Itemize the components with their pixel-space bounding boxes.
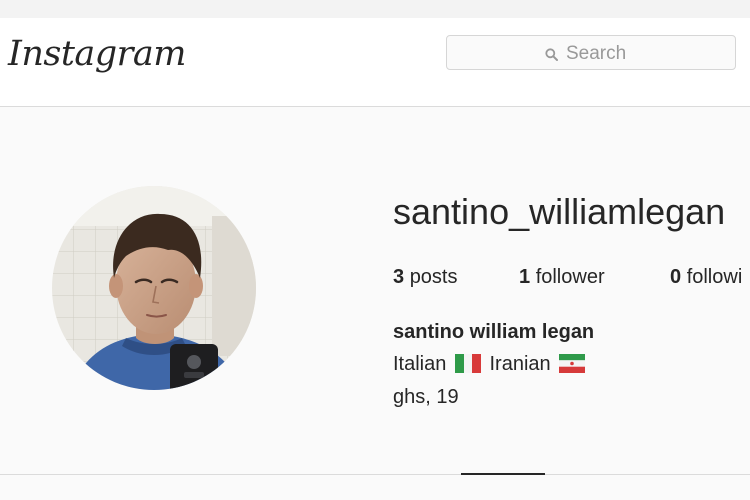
bio-word-iranian: Iranian [489, 353, 551, 375]
browser-top-strip [0, 0, 750, 18]
followers-label: follower [535, 266, 605, 288]
bio-line-school-age: ghs, 19 [393, 386, 459, 408]
content-divider [0, 474, 750, 475]
bio-line-nationality: Italian Iranian [393, 353, 588, 379]
profile-avatar[interactable] [52, 186, 256, 390]
posts-count: 3 posts [393, 266, 458, 289]
following-link[interactable]: 0 followi [670, 266, 742, 289]
search-icon [545, 47, 558, 61]
iran-flag-icon [559, 354, 586, 379]
bio-word-italian: Italian [393, 353, 447, 375]
active-tab-indicator[interactable] [461, 473, 545, 475]
profile-username: santino_williamlegan [393, 191, 726, 232]
followers-number: 1 [519, 266, 531, 288]
italy-flag-icon [454, 354, 481, 379]
search-input[interactable]: Search [446, 35, 736, 70]
following-number: 0 [670, 266, 682, 288]
top-navigation-bar: Instagram Search [0, 18, 750, 107]
search-placeholder: Search [566, 43, 627, 64]
posts-label: posts [409, 266, 458, 288]
posts-number: 3 [393, 266, 405, 288]
profile-full-name: santino william legan [393, 321, 595, 343]
following-label: followi [686, 266, 743, 288]
instagram-logo[interactable]: Instagram [8, 34, 186, 74]
followers-link[interactable]: 1 follower [519, 266, 605, 289]
